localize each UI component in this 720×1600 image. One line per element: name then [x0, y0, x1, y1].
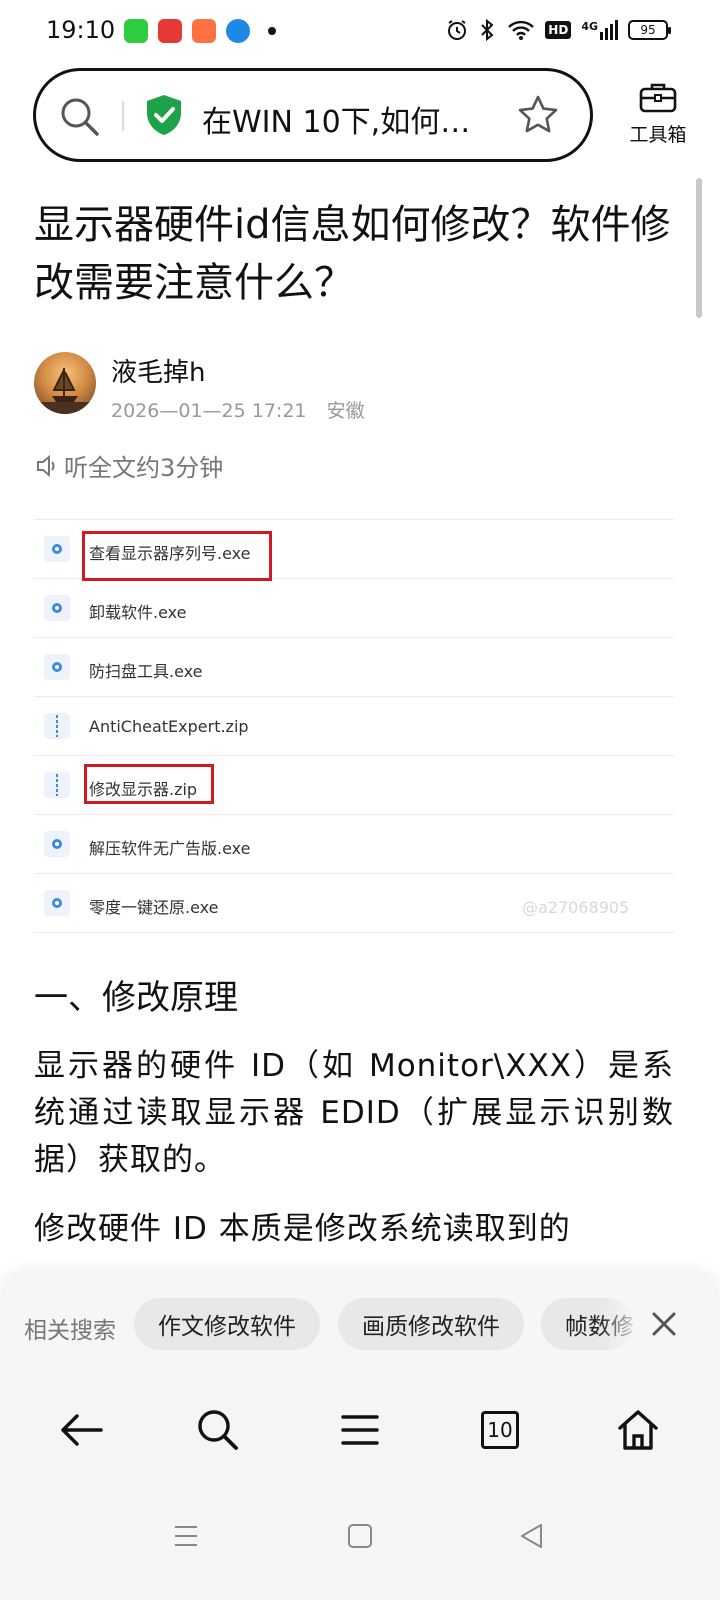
file-row: 查看显示器序列号.exe [34, 520, 674, 581]
tabs-count-icon: 10 [481, 1411, 519, 1449]
related-search-label: 相关搜索 [24, 1318, 116, 1344]
file-name: AntiCheatExpert.zip [89, 717, 249, 736]
home-square-icon[interactable] [346, 1522, 374, 1550]
related-chip[interactable]: 画质修改软件 [338, 1298, 524, 1350]
battery-icon: 95 [628, 20, 671, 40]
file-row: AntiCheatExpert.zip [34, 697, 674, 756]
page-scrollbar[interactable] [696, 178, 702, 318]
bottom-toolbar: 10 [0, 1374, 720, 1484]
address-divider [122, 101, 124, 131]
menu-icon [341, 1415, 379, 1445]
bookmark-star-icon[interactable] [516, 93, 560, 137]
back-arrow-icon [61, 1414, 103, 1446]
file-row: 防扫盘工具.exe [34, 638, 674, 697]
hd-icon: HD [545, 21, 572, 39]
file-name: 防扫盘工具.exe [89, 662, 203, 681]
publish-meta: 2026—01—25 17:21 安徽 [111, 396, 365, 423]
back-button[interactable] [55, 1404, 107, 1456]
chip-fade [600, 1294, 640, 1354]
close-icon[interactable] [650, 1310, 678, 1338]
gear-icon [44, 654, 70, 680]
listen-button[interactable]: 听全文约3分钟 [34, 448, 223, 483]
file-row: 解压软件无广告版.exe [34, 815, 674, 874]
publish-location: 安徽 [326, 400, 365, 422]
highlight-box [84, 764, 214, 804]
system-navigation-bar [0, 1484, 720, 1600]
app-green-icon [124, 19, 148, 43]
listen-label: 听全文约3分钟 [64, 454, 224, 482]
home-icon [618, 1410, 658, 1450]
file-row: 修改显示器.zip [34, 756, 674, 815]
section-heading: 一、修改原理 [34, 978, 238, 1018]
back-triangle-icon[interactable] [518, 1522, 546, 1550]
file-name: 卸载软件.exe [89, 603, 187, 622]
wifi-icon [508, 20, 535, 40]
related-chip[interactable]: 作文修改软件 [134, 1298, 320, 1350]
highlight-box [82, 531, 272, 581]
image-watermark: @a27068905 [522, 898, 630, 917]
speaker-icon [37, 454, 55, 477]
zip-icon [44, 713, 70, 739]
menu-button[interactable] [334, 1404, 386, 1456]
related-search-bar: 相关搜索 作文修改软件 画质修改软件 帧数修 [0, 1274, 720, 1374]
file-list-image: 查看显示器序列号.exe 卸载软件.exe 防扫盘工具.exe AntiChea… [34, 519, 674, 933]
status-time: 19:10 [46, 16, 116, 44]
search-icon [198, 1410, 238, 1450]
zip-icon [44, 772, 70, 798]
gear-icon [44, 536, 70, 562]
gear-icon [44, 890, 70, 916]
article-paragraph: 修改硬件 ID 本质是修改系统读取到的 [34, 1211, 571, 1247]
gear-icon [44, 831, 70, 857]
search-icon[interactable] [58, 95, 102, 139]
file-name: 解压软件无广告版.exe [89, 839, 251, 858]
recent-apps-icon[interactable] [172, 1522, 200, 1550]
toolbox-icon [639, 83, 677, 113]
address-bar[interactable]: 在WIN 10下,如何… [33, 68, 593, 162]
file-name: 零度一键还原.exe [89, 898, 219, 917]
toolbox-button[interactable]: 工具箱 [620, 80, 696, 147]
gear-icon [44, 595, 70, 621]
browser-blue-icon [226, 19, 250, 43]
article-title: 显示器硬件id信息如何修改？软件修改需要注意什么？ [34, 202, 671, 306]
tabs-button[interactable]: 10 [474, 1404, 526, 1456]
bluetooth-icon [481, 18, 494, 42]
app-orange-icon [192, 19, 216, 43]
address-text[interactable]: 在WIN 10下,如何… [202, 97, 492, 141]
home-button[interactable] [612, 1404, 664, 1456]
publish-date: 2026—01—25 17:21 [111, 400, 307, 422]
alarm-icon [448, 20, 467, 40]
file-row: 卸载软件.exe [34, 579, 674, 638]
status-indicators: HD 4G 95 [445, 18, 671, 42]
signal-icon: 4G [581, 20, 618, 40]
notification-icons [124, 19, 276, 43]
toutiao-icon [158, 19, 182, 43]
search-button[interactable] [192, 1404, 244, 1456]
security-shield-icon [147, 95, 181, 135]
ship-image-icon [34, 368, 96, 414]
author-name[interactable]: 液毛掉h [111, 352, 205, 389]
status-bar: 19:10 HD 4G 95 [0, 0, 720, 64]
more-notifications-dot [268, 27, 276, 35]
article-paragraph: 显示器的硬件 ID（如 Monitor\XXX）是系统通过读取显示器 EDID（… [34, 1048, 674, 1178]
author-avatar[interactable] [34, 352, 96, 414]
toolbox-label: 工具箱 [629, 124, 687, 146]
